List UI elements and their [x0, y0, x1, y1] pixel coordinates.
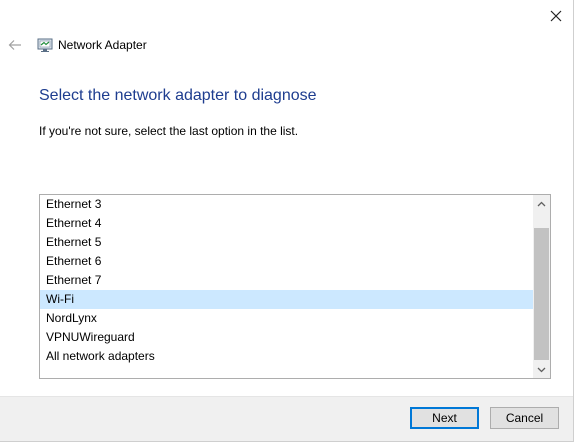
scroll-down-button[interactable]	[533, 361, 550, 378]
adapter-list: Ethernet 3 Ethernet 4 Ethernet 5 Etherne…	[40, 195, 533, 366]
list-item-nordlynx[interactable]: NordLynx	[40, 309, 533, 328]
list-item-ethernet-3[interactable]: Ethernet 3	[40, 195, 533, 214]
list-item-ethernet-7[interactable]: Ethernet 7	[40, 271, 533, 290]
dialog-footer: Next Cancel	[0, 396, 573, 441]
close-icon	[550, 10, 562, 22]
network-adapter-dialog: Network Adapter Select the network adapt…	[0, 0, 574, 442]
chevron-up-icon	[537, 201, 546, 206]
network-adapter-icon	[37, 38, 53, 52]
list-item-wi-fi[interactable]: Wi-Fi	[40, 290, 533, 309]
list-item-ethernet-5[interactable]: Ethernet 5	[40, 233, 533, 252]
list-item-vpnuwireguard[interactable]: VPNUWireguard	[40, 328, 533, 347]
close-button[interactable]	[540, 2, 572, 30]
next-button[interactable]: Next	[410, 407, 479, 429]
list-item-all-network-adapters[interactable]: All network adapters	[40, 347, 533, 366]
list-scrollbar[interactable]	[533, 195, 550, 378]
chevron-down-icon	[537, 367, 546, 372]
back-button[interactable]	[4, 32, 26, 58]
scroll-up-button[interactable]	[533, 195, 550, 212]
hint-text: If you're not sure, select the last opti…	[39, 124, 299, 138]
window-title: Network Adapter	[58, 38, 147, 52]
back-arrow-icon	[8, 40, 21, 50]
list-item-ethernet-4[interactable]: Ethernet 4	[40, 214, 533, 233]
cancel-button[interactable]: Cancel	[490, 407, 559, 429]
list-item-ethernet-6[interactable]: Ethernet 6	[40, 252, 533, 271]
page-heading: Select the network adapter to diagnose	[39, 87, 317, 104]
scroll-thumb[interactable]	[534, 228, 549, 360]
adapter-listbox[interactable]: Ethernet 3 Ethernet 4 Ethernet 5 Etherne…	[39, 194, 551, 379]
